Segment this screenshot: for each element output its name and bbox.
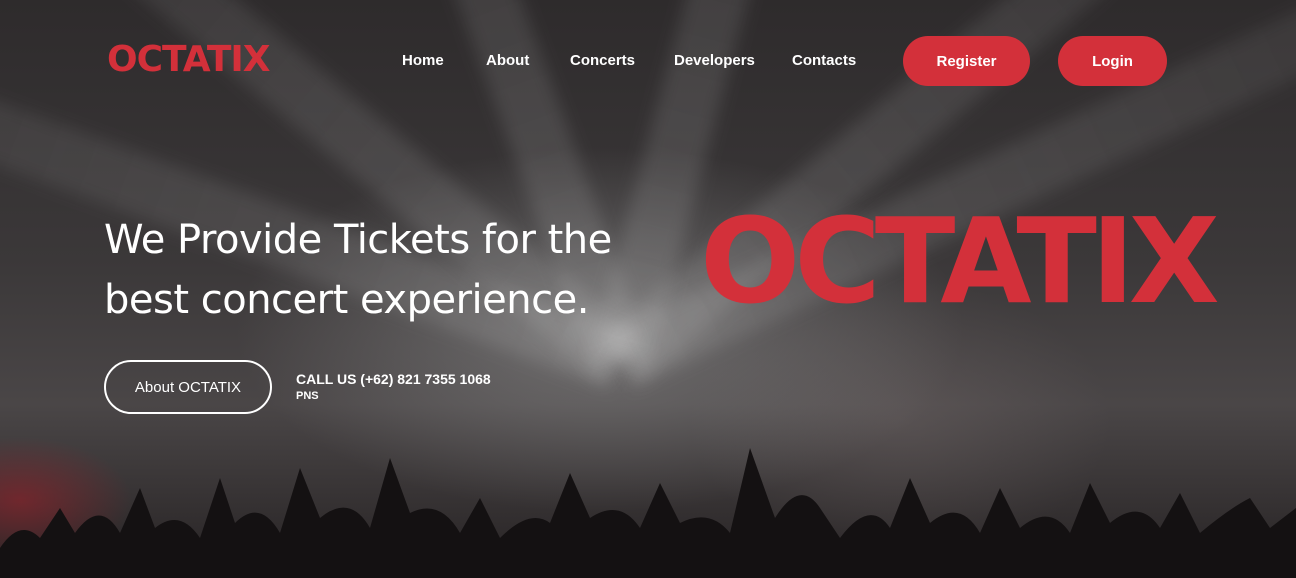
hero-headline-line2: best concert experience.	[104, 277, 589, 323]
nav-contacts[interactable]: Contacts	[792, 51, 856, 71]
nav-developers[interactable]: Developers	[674, 51, 755, 71]
brand-logo[interactable]: OCTATIX	[107, 38, 271, 82]
hero-headline-line1: We Provide Tickets for the	[104, 217, 612, 263]
call-us-block: CALL US (+62) 821 7355 1068 PNS	[296, 370, 491, 404]
call-us-sub: PNS	[296, 390, 319, 402]
crowd-silhouette	[0, 448, 1296, 578]
register-button[interactable]: Register	[903, 36, 1030, 86]
nav-home[interactable]: Home	[402, 51, 444, 71]
about-octatix-button[interactable]: About OCTATIX	[104, 360, 272, 414]
nav-about[interactable]: About	[486, 51, 529, 71]
nav-concerts[interactable]: Concerts	[570, 51, 635, 71]
hero-brand-logo: OCTATIX	[700, 192, 1220, 330]
login-button[interactable]: Login	[1058, 36, 1167, 86]
hero-headline: We Provide Tickets for the best concert …	[104, 210, 664, 330]
call-us-text: CALL US (+62) 821 7355 1068	[296, 371, 491, 387]
